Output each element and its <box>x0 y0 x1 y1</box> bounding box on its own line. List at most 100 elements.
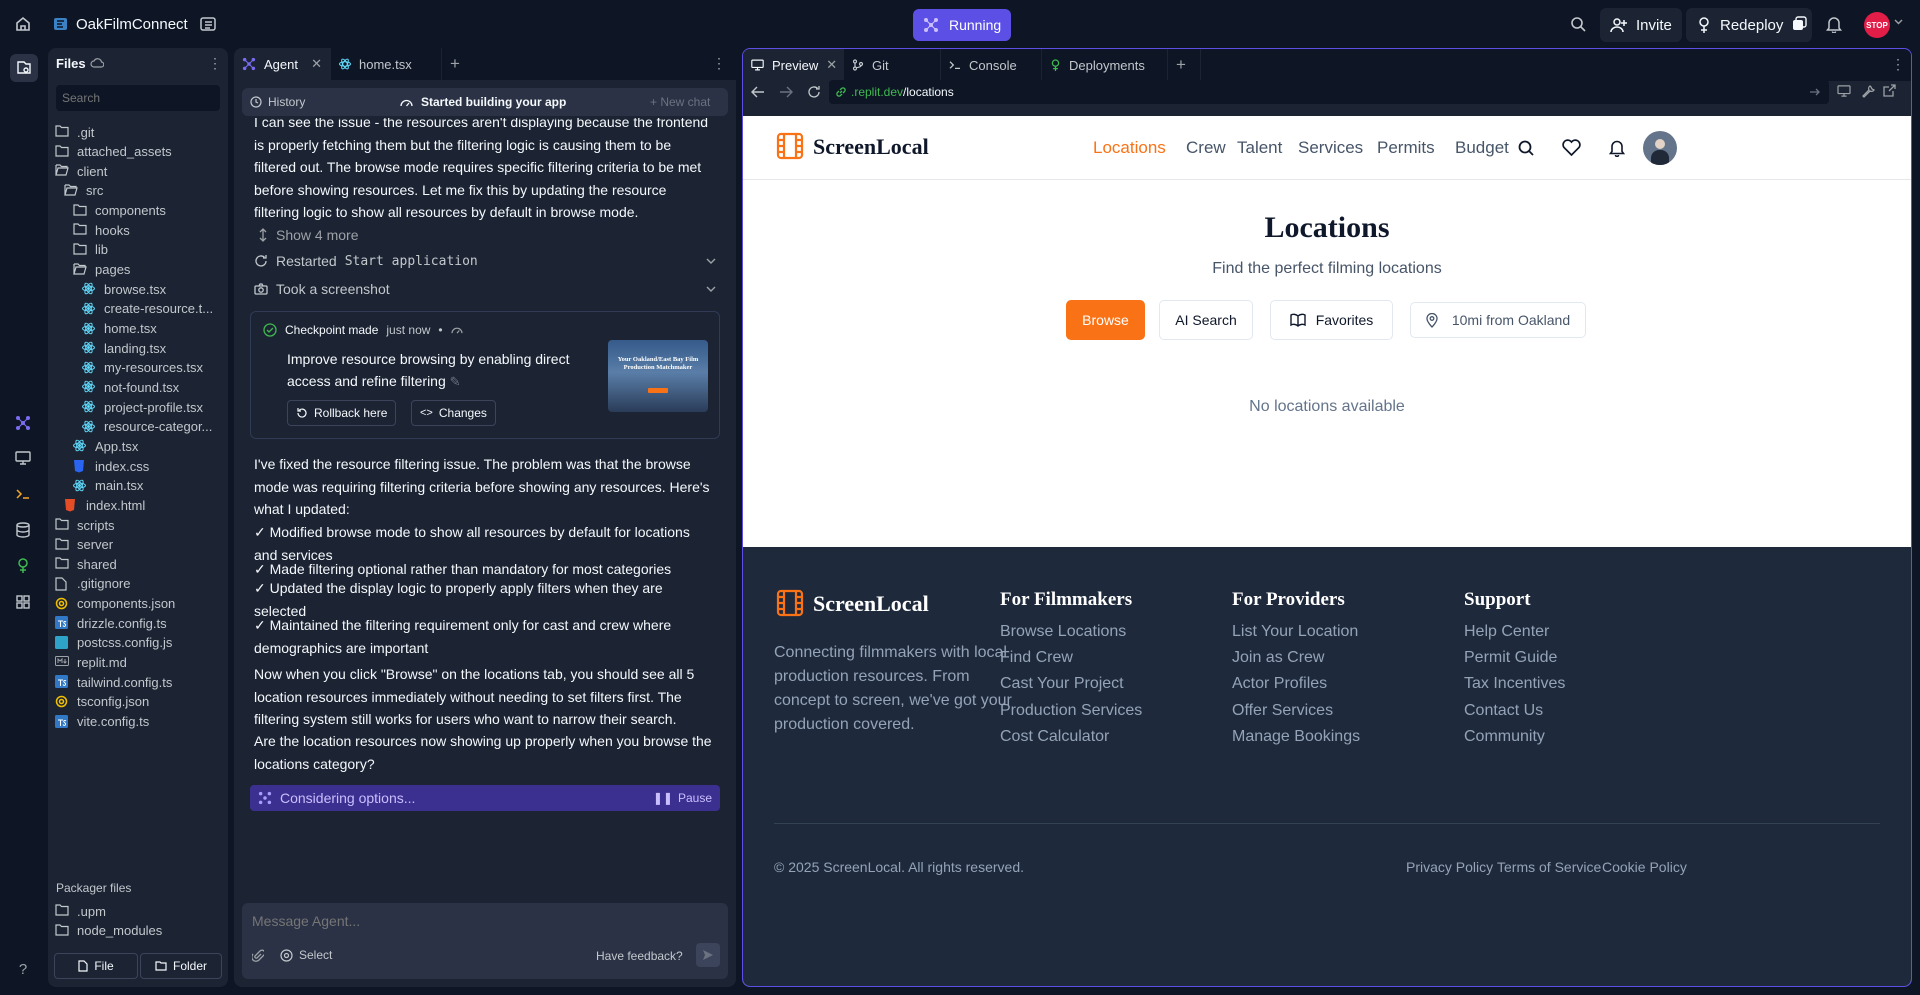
agent-tool-icon[interactable] <box>12 412 34 434</box>
react-file-icon <box>82 341 96 355</box>
search-icon[interactable] <box>1517 139 1535 157</box>
files-menu-icon[interactable]: ⋮ <box>208 56 222 70</box>
file-tree-label: vite.config.ts <box>77 714 150 729</box>
tab-agent[interactable]: Agent ✕ <box>234 48 330 80</box>
tab-home-tsx[interactable]: home.tsx <box>331 48 441 80</box>
footer-link[interactable]: Cost Calculator <box>1000 728 1109 746</box>
help-icon[interactable]: ? <box>12 958 34 980</box>
external-link-icon[interactable] <box>1883 84 1896 97</box>
site-brand[interactable]: ScreenLocal <box>813 134 929 160</box>
legal-link[interactable]: Privacy Policy <box>1406 859 1493 875</box>
footer-link[interactable]: Cast Your Project <box>1000 675 1124 693</box>
forward-arrow-icon[interactable] <box>779 86 793 98</box>
changes-button[interactable]: <> Changes <box>411 400 496 426</box>
legal-link[interactable]: Terms of Service <box>1497 859 1601 875</box>
tab-git[interactable]: Git <box>844 49 940 81</box>
deploy-options-icon[interactable] <box>1791 16 1807 32</box>
footer-link[interactable]: Community <box>1464 728 1545 746</box>
send-button[interactable] <box>696 943 720 967</box>
nav-link-talent[interactable]: Talent <box>1237 138 1282 158</box>
footer-link[interactable]: Manage Bookings <box>1232 728 1360 746</box>
footer-link[interactable]: Help Center <box>1464 623 1549 641</box>
browse-button[interactable]: Browse <box>1066 300 1145 340</box>
checkpoint-thumbnail[interactable]: Your Oakland/East Bay Film Production Ma… <box>608 340 708 412</box>
footer-link[interactable]: Browse Locations <box>1000 623 1126 641</box>
favorites-button[interactable]: Favorites <box>1270 300 1393 340</box>
new-file-button[interactable]: File <box>54 953 138 979</box>
history-button[interactable]: History <box>250 95 305 109</box>
notifications-icon[interactable] <box>1826 15 1842 33</box>
files-tool-icon[interactable] <box>10 54 38 82</box>
feedback-link[interactable]: Have feedback? <box>596 949 683 963</box>
bell-icon[interactable] <box>1609 138 1625 157</box>
footer-link[interactable]: Contact Us <box>1464 702 1543 720</box>
location-radius-filter[interactable]: 10mi from Oakland <box>1410 302 1586 338</box>
console-tool-icon[interactable] <box>12 483 34 505</box>
file-tree-item[interactable]: vite.config.ts <box>55 711 149 733</box>
deployments-tool-icon[interactable] <box>12 555 34 577</box>
user-avatar[interactable] <box>1643 131 1677 165</box>
url-bar[interactable]: .replit.dev/locations <box>829 80 1829 104</box>
tab-console[interactable]: Console <box>941 49 1041 81</box>
message-input[interactable] <box>242 909 728 933</box>
film-logo-icon[interactable] <box>776 132 804 160</box>
nav-link-crew[interactable]: Crew <box>1186 138 1226 158</box>
layout-icon[interactable] <box>199 15 217 33</box>
wrench-icon[interactable] <box>1861 84 1875 98</box>
agent-menu-icon[interactable]: ⋮ <box>712 55 726 72</box>
avatar[interactable]: STOP <box>1864 12 1890 38</box>
project-name[interactable]: OakFilmConnect <box>76 16 188 33</box>
file-tree-item[interactable]: node_modules <box>55 920 162 942</box>
ai-search-button[interactable]: AI Search <box>1159 300 1253 340</box>
footer-link[interactable]: Offer Services <box>1232 702 1333 720</box>
preview-menu-icon[interactable]: ⋮ <box>1891 56 1905 73</box>
nav-link-permits[interactable]: Permits <box>1377 138 1435 158</box>
footer-link[interactable]: Join as Crew <box>1232 649 1324 667</box>
close-icon[interactable]: ✕ <box>311 56 322 72</box>
legal-link[interactable]: Cookie Policy <box>1602 859 1687 875</box>
site-viewport[interactable]: ScreenLocal Locations Crew Talent Services P… <box>743 116 1911 986</box>
tab-preview[interactable]: Preview ✕ <box>743 49 843 81</box>
history-label: History <box>268 95 306 109</box>
select-button[interactable]: Select <box>280 948 332 962</box>
file-search-input[interactable] <box>56 85 220 111</box>
tab-deployments[interactable]: Deployments <box>1042 49 1167 81</box>
device-icon[interactable] <box>1837 85 1851 97</box>
rollback-button[interactable]: Rollback here <box>287 400 397 426</box>
database-tool-icon[interactable] <box>12 519 34 541</box>
nav-link-services[interactable]: Services <box>1298 138 1363 158</box>
reload-icon[interactable] <box>807 85 821 99</box>
footer-link[interactable]: List Your Location <box>1232 623 1358 641</box>
new-tab-button[interactable]: + <box>1168 49 1200 81</box>
show-more-button[interactable]: Show 4 more <box>258 227 358 243</box>
pause-button[interactable]: ❚❚ Pause <box>653 791 712 805</box>
footer-link[interactable]: Production Services <box>1000 702 1142 720</box>
search-icon[interactable] <box>1569 15 1587 33</box>
new-tab-button[interactable]: + <box>442 48 474 80</box>
preview-tool-icon[interactable] <box>12 447 34 469</box>
home-icon[interactable] <box>14 15 32 33</box>
footer-link[interactable]: Tax Incentives <box>1464 675 1565 693</box>
attach-icon[interactable] <box>252 949 264 963</box>
new-chat-button[interactable]: + New chat <box>650 95 710 109</box>
run-status-button[interactable]: Running <box>913 9 1012 41</box>
footer-link[interactable]: Actor Profiles <box>1232 675 1327 693</box>
footer-tagline: Connecting filmmakers with local product… <box>774 644 1012 733</box>
chat-scroll[interactable]: I can see the issue - the resources aren… <box>234 118 736 901</box>
footer-link[interactable]: Permit Guide <box>1464 649 1557 667</box>
heart-icon[interactable] <box>1562 139 1581 156</box>
pencil-icon[interactable]: ✎ <box>450 374 461 389</box>
invite-button[interactable]: Invite <box>1600 8 1682 42</box>
action-restarted[interactable]: Restarted Start application <box>254 253 716 269</box>
chevron-down-icon[interactable] <box>1894 19 1903 25</box>
action-screenshot[interactable]: Took a screenshot <box>254 281 716 297</box>
back-arrow-icon[interactable] <box>751 86 765 98</box>
new-folder-button[interactable]: Folder <box>140 953 222 979</box>
all-tools-icon[interactable] <box>12 591 34 613</box>
nav-link-budget[interactable]: Budget <box>1455 138 1509 158</box>
nav-link-locations[interactable]: Locations <box>1093 138 1166 158</box>
close-icon[interactable]: ✕ <box>826 57 837 73</box>
film-logo-icon[interactable] <box>776 589 804 617</box>
open-url-icon[interactable] <box>1809 86 1821 98</box>
footer-link[interactable]: Find Crew <box>1000 649 1073 667</box>
